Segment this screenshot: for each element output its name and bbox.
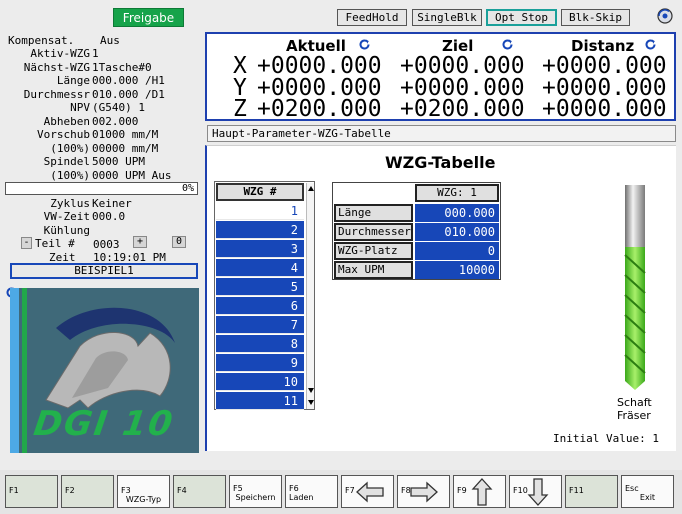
param-label-wzg-platz: WZG-Platz xyxy=(334,242,413,260)
tool-list-item-9[interactable]: 9 xyxy=(216,354,304,372)
durchmesser-row: Durchmessr 010.000 /D1 xyxy=(23,88,165,101)
initial-value-text: Initial Value: 1 xyxy=(553,432,659,445)
scroll-down-arrow-icon[interactable] xyxy=(307,386,315,394)
f10-down-key[interactable]: F10 xyxy=(509,475,562,508)
param-value-durchmesser[interactable]: 010.000 xyxy=(415,223,499,241)
logo-text: DGI 10 xyxy=(31,404,177,444)
param-label-max-upm: Max UPM xyxy=(334,261,413,279)
tool-list-item-8[interactable]: 8 xyxy=(216,335,304,353)
arrow-down-icon xyxy=(527,478,549,506)
arrow-up-icon xyxy=(471,478,493,506)
spindel-override-row: (100%) 0000 UPM Aus xyxy=(50,169,172,182)
z-axis-label: Z xyxy=(233,96,247,122)
param-label-durchmesser: Durchmesser xyxy=(334,223,413,241)
tool-caption-fraeser: Fräser xyxy=(617,409,651,422)
scroll-up-arrow-icon[interactable] xyxy=(307,185,315,193)
f1-key[interactable]: F1 xyxy=(5,475,58,508)
teil-increment-button[interactable]: + xyxy=(133,236,147,248)
machine-logo-image: DGI 10 xyxy=(10,288,199,453)
param-value-laenge[interactable]: 000.000 xyxy=(415,204,499,222)
f3-wzg-typ-key[interactable]: F3 WZG-Typ xyxy=(117,475,170,508)
f8-right-key[interactable]: F8 xyxy=(397,475,450,508)
tool-list-item-3[interactable]: 3 xyxy=(216,240,304,258)
teil-decrement-button[interactable]: - xyxy=(21,237,32,249)
tool-list-scrollbar[interactable] xyxy=(306,183,314,409)
z-aktuell-value: +0200.000 xyxy=(257,96,382,122)
x-aktuell-value: +0000.000 xyxy=(257,53,382,79)
tool-list-item-7[interactable]: 7 xyxy=(216,316,304,334)
f7-left-key[interactable]: F7 xyxy=(341,475,394,508)
param-value-max-upm[interactable]: 10000 xyxy=(415,261,499,279)
aktuell-refresh-icon[interactable] xyxy=(358,38,371,51)
spindel-row: Spindel 5000 UPM xyxy=(43,155,145,168)
vorschub-override-row: (100%) 00000 mm/M xyxy=(50,142,159,155)
teil-value: 0003 xyxy=(93,238,120,251)
parameter-table-header: WZG: 1 xyxy=(415,184,499,202)
kompensat-value: Aus xyxy=(100,34,120,47)
f9-up-key[interactable]: F9 xyxy=(453,475,506,508)
tool-list-item-1[interactable]: 1 xyxy=(216,202,304,220)
singleblk-button[interactable]: SingleBlk xyxy=(412,9,482,26)
npv-row: NPV (G540) 1 xyxy=(70,101,145,114)
z-distanz-value: +0000.000 xyxy=(542,96,667,122)
aktiv-wzg-row: Aktiv-WZG 1 xyxy=(30,47,99,60)
x-distanz-value: +0000.000 xyxy=(542,53,667,79)
screen-title-bar: Haupt-Parameter-WZG-Tabelle xyxy=(207,125,676,142)
distanz-refresh-icon[interactable] xyxy=(644,38,657,51)
laenge-row: Länge 000.000 /H1 xyxy=(56,74,165,87)
f5-speichern-key[interactable]: F5 Speichern xyxy=(229,475,282,508)
f2-key[interactable]: F2 xyxy=(61,475,114,508)
freigabe-status-badge: Freigabe xyxy=(113,8,184,27)
param-label-laenge: Länge xyxy=(334,204,413,222)
tool-list-item-5[interactable]: 5 xyxy=(216,278,304,296)
progress-percent: 0% xyxy=(181,183,194,194)
arrow-right-icon xyxy=(410,481,438,503)
tool-list-item-2[interactable]: 2 xyxy=(216,221,304,239)
tool-list-item-10[interactable]: 10 xyxy=(216,373,304,391)
naechst-wzg-row: Nächst-WZG 1Tasche#0 xyxy=(23,61,152,74)
vw-zeit-row: VW-Zeit 000.0 xyxy=(43,210,126,223)
ziel-refresh-icon[interactable] xyxy=(501,38,514,51)
tool-caption-schaft: Schaft xyxy=(617,396,652,409)
blk-skip-button[interactable]: Blk-Skip xyxy=(561,9,630,26)
z-ziel-value: +0200.000 xyxy=(400,96,525,122)
tool-list[interactable]: WZG # 1 2 3 4 5 6 7 8 9 10 11 xyxy=(214,181,315,410)
opt-stop-button[interactable]: Opt Stop xyxy=(486,9,557,26)
coordinate-display: Aktuell Ziel Distanz X +0000.000 +0000.0… xyxy=(205,32,676,121)
esc-exit-key[interactable]: Esc Exit xyxy=(621,475,674,508)
wzg-table-heading: WZG-Tabelle xyxy=(385,153,496,172)
vorschub-row: Vorschub 01000 mm/M xyxy=(37,128,159,141)
teil-label: Teil # xyxy=(35,237,75,250)
zyklus-row: Zyklus Keiner xyxy=(50,197,132,210)
program-name-field[interactable]: BEISPIEL1 xyxy=(10,263,198,279)
end-mill-tool-image xyxy=(624,185,646,390)
param-value-wzg-platz[interactable]: 0 xyxy=(415,242,499,260)
tool-list-item-6[interactable]: 6 xyxy=(216,297,304,315)
tool-list-header: WZG # xyxy=(216,183,304,201)
f6-laden-key[interactable]: F6 Laden xyxy=(285,475,338,508)
feedhold-button[interactable]: FeedHold xyxy=(337,9,407,26)
abheben-row: Abheben 002.000 xyxy=(43,115,139,128)
scroll-down-arrow-icon[interactable] xyxy=(307,398,315,406)
tool-parameter-table: WZG: 1 Länge 000.000 Durchmesser 010.000… xyxy=(332,182,501,280)
f11-key[interactable]: F11 xyxy=(565,475,618,508)
settings-gear-icon[interactable] xyxy=(656,7,674,25)
teil-reset-button[interactable]: 0 xyxy=(172,236,186,248)
tool-list-item-4[interactable]: 4 xyxy=(216,259,304,277)
tool-list-item-11[interactable]: 11 xyxy=(216,392,304,410)
f4-key[interactable]: F4 xyxy=(173,475,226,508)
x-ziel-value: +0000.000 xyxy=(400,53,525,79)
kompensat-label: Kompensat. xyxy=(8,34,75,47)
program-progress-bar: 0% xyxy=(5,182,198,195)
arrow-left-icon xyxy=(356,481,384,503)
x-axis-label: X xyxy=(233,53,247,79)
